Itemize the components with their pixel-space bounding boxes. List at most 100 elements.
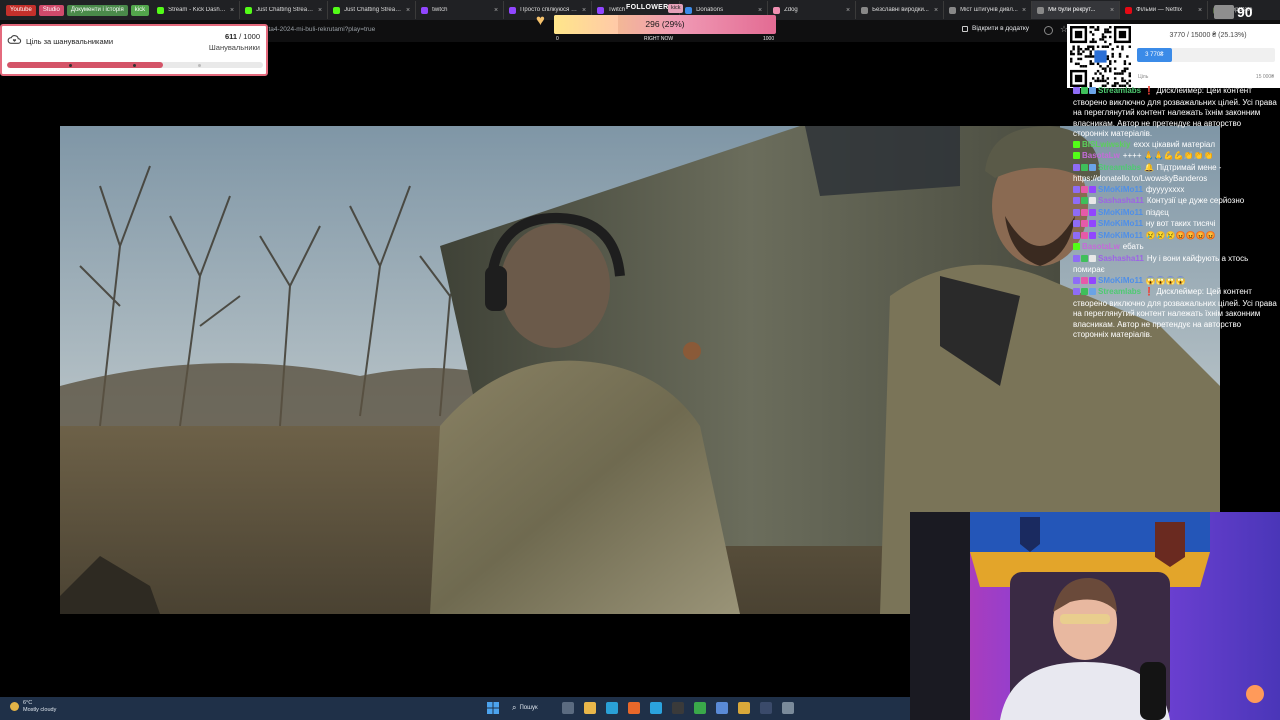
goal-milestone-marker — [198, 64, 201, 67]
tab-close-icon[interactable]: × — [406, 7, 410, 14]
tab-favicon-icon — [949, 6, 957, 14]
chat-message: BasotaLw ебать — [1073, 242, 1277, 254]
weather-temp: 6°C — [23, 700, 33, 706]
donation-max-label: 15 000₴ — [1255, 74, 1274, 80]
weather-widget[interactable]: 6°C Mostly cloudy — [10, 700, 56, 714]
chat-text: фууууxxxx — [1145, 184, 1185, 194]
donation-progress-fill: 3 770₴ — [1137, 48, 1172, 62]
chat-username[interactable]: BasotaLw — [1082, 151, 1120, 160]
video-headset-cup — [485, 266, 507, 311]
chat-username[interactable]: Sashasha11 — [1098, 254, 1144, 263]
chat-badge-icon — [1081, 276, 1088, 284]
chat-badge-icon — [1073, 231, 1080, 239]
taskbar-search[interactable]: ⌕ Пошук — [512, 701, 552, 715]
bookmark-item[interactable]: kick — [130, 4, 150, 16]
obs-icon[interactable] — [672, 702, 684, 714]
tab-label: Ми були рекрут... — [1048, 7, 1096, 13]
chat-username[interactable]: SMoKiMo11 — [1098, 219, 1143, 228]
tab-favicon-icon — [861, 6, 869, 14]
weather-desc: Mostly cloudy — [23, 707, 57, 713]
chat-badge-icon — [1073, 185, 1080, 193]
tab-favicon-icon — [245, 6, 253, 14]
chat-text: піздєц — [1145, 207, 1169, 217]
chat-username[interactable]: SMoKiMo11 — [1098, 185, 1143, 194]
tab-close-icon[interactable]: × — [846, 7, 850, 14]
chat-badges — [1073, 220, 1097, 231]
chat-username[interactable]: Streamlabs — [1098, 163, 1141, 172]
viewer-count-number: 90 — [1237, 4, 1253, 20]
webcam-lamp — [1246, 685, 1264, 703]
store-icon[interactable] — [716, 702, 728, 714]
browser-tab[interactable]: Just Chatting Stream... × — [240, 1, 329, 19]
browser-tab[interactable]: Zdog × — [768, 1, 857, 19]
tab-label: Безславні виродки... — [872, 7, 929, 13]
chat-badge-icon — [1089, 288, 1096, 295]
tab-label: Zdog — [784, 7, 798, 13]
tab-close-icon[interactable]: × — [1022, 7, 1026, 14]
edge-icon[interactable] — [606, 702, 618, 714]
chat-badge-icon — [1089, 220, 1096, 227]
tab-close-icon[interactable]: × — [494, 7, 498, 14]
chat-badges — [1073, 152, 1081, 163]
cloud-heart-icon — [7, 35, 22, 44]
settings-icon[interactable] — [782, 702, 794, 714]
firefox-icon[interactable] — [628, 702, 640, 714]
browser-tab[interactable]: Stream - Kick Dashb... × — [152, 1, 241, 19]
xbox-icon[interactable] — [694, 702, 706, 714]
chat-badge-icon — [1089, 254, 1096, 262]
search-icon: ⌕ — [512, 703, 517, 712]
chat-badge-icon — [1089, 208, 1096, 216]
bookmark-bar: Youtube Studio Документи і історія kick — [6, 4, 150, 16]
tab-close-icon[interactable]: × — [1198, 7, 1202, 14]
chat-message: SMoKiMo11 ну вот таких тисячі — [1073, 219, 1277, 231]
chat-username[interactable]: Sashasha11 — [1098, 196, 1144, 205]
tab-close-icon[interactable]: × — [934, 7, 938, 14]
chat-username[interactable]: BasotaLw — [1082, 242, 1120, 251]
chat-text: ++++ 🙏🙏💪💪👏👏👏 — [1122, 151, 1214, 160]
browser-tab[interactable]: Фільми — Netflix × — [1120, 1, 1209, 19]
browser-tab[interactable]: Безславні виродки... × — [856, 1, 945, 19]
task-view-icon[interactable] — [562, 702, 574, 714]
windows-start-icon[interactable] — [487, 702, 499, 714]
chat-badge-icon — [1073, 288, 1080, 295]
chat-username[interactable]: SMoKiMo11 — [1098, 276, 1143, 285]
browser-tab[interactable]: Just Chatting Stream... × — [328, 1, 417, 19]
bookmark-item[interactable]: Документи і історія — [66, 4, 128, 16]
chat-username[interactable]: SMoKiMo11 — [1098, 231, 1143, 240]
chat-username[interactable]: BISLwiwskiy — [1082, 140, 1130, 149]
chat-username[interactable]: Streamlabs — [1098, 287, 1141, 296]
browser-tab[interactable]: twitch × — [416, 1, 505, 19]
qr-code[interactable] — [1070, 26, 1131, 87]
bookmark-item[interactable]: Studio — [38, 4, 64, 16]
chat-message: Streamlabs ❗ Дисклеймер: Цей контент ство… — [1073, 287, 1277, 341]
heart-icon: ♥ — [536, 12, 545, 29]
tab-label: Just Chatting Stream... — [256, 7, 314, 13]
open-in-app-button[interactable]: Відкрити в додатку — [962, 25, 1029, 32]
tab-close-icon[interactable]: × — [1110, 7, 1114, 14]
goal-milestone-marker — [133, 64, 136, 67]
chat-badge-icon — [1089, 87, 1096, 94]
file-explorer-icon[interactable] — [584, 702, 596, 714]
reader-icon[interactable] — [1044, 26, 1053, 35]
browser-tab[interactable]: Міст штигунів дивл... × — [944, 1, 1033, 19]
tab-label: Just Chatting Stream... — [344, 7, 402, 13]
chrome-icon[interactable] — [738, 702, 750, 714]
browser-tab[interactable]: Ми були рекрут... × — [1032, 1, 1121, 19]
tab-close-icon[interactable]: × — [230, 7, 234, 14]
chat-badge-icon — [1089, 276, 1096, 284]
donation-progress-bar: 3 770₴ — [1137, 48, 1275, 62]
stream-screen: Youtube Studio Документи і історія kick Str… — [0, 0, 1280, 720]
bookmark-item[interactable]: Youtube — [6, 4, 36, 16]
chat-text: Контузії це дуже серйозно — [1146, 196, 1245, 205]
chat-username[interactable]: SMoKiMo11 — [1098, 208, 1143, 217]
chat-text: еххх цікавий матеріал — [1133, 139, 1215, 149]
tab-favicon-icon — [421, 6, 429, 14]
chat-badge-icon — [1073, 140, 1080, 148]
tab-close-icon[interactable]: × — [318, 7, 322, 14]
steam-icon[interactable] — [760, 702, 772, 714]
chat-badges — [1073, 185, 1097, 197]
telegram-icon[interactable] — [650, 702, 662, 714]
url-text[interactable]: lta4-2024-mi-buli-rekrutami?play=true — [267, 26, 375, 33]
goal-subtitle: Шанувальники — [208, 43, 260, 52]
chat-username[interactable]: Streamlabs — [1098, 86, 1141, 95]
